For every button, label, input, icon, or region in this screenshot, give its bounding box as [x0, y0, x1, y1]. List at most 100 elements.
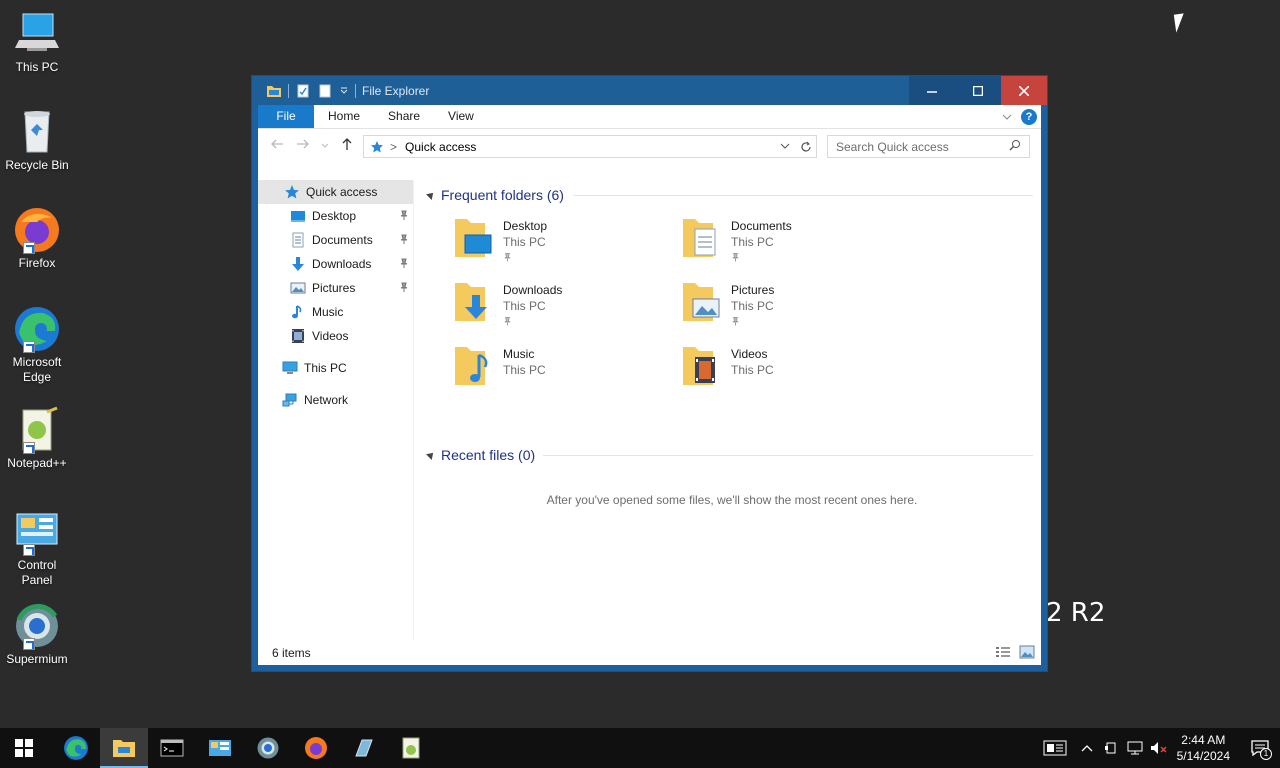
- tray-network[interactable]: [1123, 728, 1147, 768]
- maximize-button[interactable]: [955, 76, 1001, 105]
- forward-button[interactable]: [290, 138, 316, 153]
- news-widget[interactable]: [1035, 728, 1075, 768]
- tab-share[interactable]: Share: [374, 105, 434, 128]
- large-icons-view-icon[interactable]: [1019, 645, 1035, 659]
- taskbar-terminal[interactable]: [148, 728, 196, 768]
- chevron-down-icon[interactable]: [780, 141, 790, 151]
- nav-label: Desktop: [312, 209, 357, 223]
- up-button[interactable]: [334, 137, 360, 154]
- recent-files-empty-message: After you've opened some files, we'll sh…: [546, 493, 918, 507]
- folder-videos-icon: [683, 347, 715, 385]
- minimize-button[interactable]: [909, 76, 955, 105]
- title-bar[interactable]: File Explorer: [252, 76, 1047, 105]
- close-button[interactable]: [1001, 76, 1047, 105]
- folder-tile-desktop[interactable]: Desktop This PC: [451, 213, 671, 269]
- folder-documents-icon: [683, 219, 716, 257]
- tray-device[interactable]: [1099, 728, 1123, 768]
- address-bar[interactable]: > Quick access: [363, 135, 817, 158]
- recent-files-header[interactable]: Recent files (0): [423, 443, 1041, 467]
- taskbar-notepadpp[interactable]: [388, 728, 436, 768]
- frequent-folders-grid: Desktop This PC Documents This PC Downlo…: [423, 207, 1041, 399]
- folder-name: Desktop: [503, 219, 548, 233]
- search-placeholder: Search Quick access: [836, 139, 949, 154]
- tab-file[interactable]: File: [258, 105, 314, 128]
- expand-ribbon-icon[interactable]: [1001, 112, 1013, 122]
- folder-tile-videos[interactable]: Videos This PC: [679, 341, 899, 397]
- taskbar-app-feather[interactable]: [340, 728, 388, 768]
- nav-item-downloads[interactable]: Downloads: [258, 252, 413, 276]
- notepadpp-icon: [402, 737, 420, 759]
- folder-location: This PC: [731, 363, 774, 377]
- search-icon[interactable]: [1009, 139, 1021, 151]
- pin-icon[interactable]: [399, 282, 409, 292]
- nav-item-pictures[interactable]: Pictures: [258, 276, 413, 300]
- desktop-icon-supermium[interactable]: Supermium: [2, 602, 72, 667]
- help-icon[interactable]: ?: [1021, 109, 1037, 125]
- videos-icon: [292, 329, 304, 343]
- desktop-icon-control-panel[interactable]: Control Panel: [2, 508, 72, 588]
- folder-tile-documents[interactable]: Documents This PC: [679, 213, 899, 269]
- pin-icon[interactable]: [399, 234, 409, 244]
- firefox-icon: [305, 737, 327, 759]
- action-center-button[interactable]: 1: [1240, 728, 1280, 768]
- details-view-icon[interactable]: [995, 645, 1011, 659]
- nav-item-this-pc[interactable]: This PC: [258, 356, 413, 380]
- pin-icon: [732, 316, 739, 326]
- navigation-row: > Quick access Search Quick access: [258, 129, 1041, 161]
- show-hidden-icons-button[interactable]: [1075, 728, 1099, 768]
- desktop-icon-label: Notepad++: [7, 456, 67, 470]
- notepadpp-icon: [13, 406, 61, 454]
- desktop-icon-notepadpp[interactable]: Notepad++: [2, 406, 72, 471]
- nav-item-quick-access[interactable]: Quick access: [258, 180, 413, 204]
- desktop-icon-edge[interactable]: Microsoft Edge: [2, 305, 72, 385]
- folder-name: Videos: [731, 347, 768, 361]
- nav-item-documents[interactable]: Documents: [258, 228, 413, 252]
- start-button[interactable]: [0, 728, 48, 768]
- nav-item-desktop[interactable]: Desktop: [258, 204, 413, 228]
- terminal-icon: [160, 739, 184, 757]
- desktop-icon-label: This PC: [15, 60, 59, 74]
- taskbar-edge[interactable]: [52, 728, 100, 768]
- desktop-icon-recycle-bin[interactable]: Recycle Bin: [2, 108, 72, 173]
- taskbar-control-panel[interactable]: [196, 728, 244, 768]
- folder-pictures-icon: [683, 283, 720, 321]
- properties-icon[interactable]: [295, 84, 311, 98]
- taskbar-firefox[interactable]: [292, 728, 340, 768]
- chevron-up-icon: [1081, 745, 1093, 752]
- desktop-icon-label: Recycle Bin: [5, 158, 69, 172]
- back-button[interactable]: [264, 138, 290, 153]
- nav-item-network[interactable]: Network: [258, 388, 413, 412]
- folder-downloads-icon: [455, 283, 487, 321]
- search-box[interactable]: Search Quick access: [827, 135, 1030, 158]
- tab-home[interactable]: Home: [314, 105, 374, 128]
- clock[interactable]: 2:44 AM 5/14/2024: [1177, 732, 1230, 764]
- folder-name: Downloads: [503, 283, 563, 297]
- window-controls: [909, 76, 1047, 105]
- desktop-icon-label: Supermium: [6, 652, 68, 666]
- folder-tile-music[interactable]: Music This PC: [451, 341, 671, 397]
- tray-volume[interactable]: [1147, 728, 1171, 768]
- maximize-icon: [973, 85, 983, 96]
- chevron-down-icon[interactable]: [339, 84, 349, 98]
- folder-tile-pictures[interactable]: Pictures This PC: [679, 277, 899, 333]
- recent-locations-button[interactable]: [316, 138, 334, 153]
- tab-view[interactable]: View: [434, 105, 488, 128]
- taskbar-file-explorer[interactable]: [100, 728, 148, 768]
- folder-location: This PC: [731, 235, 774, 249]
- nav-item-videos[interactable]: Videos: [258, 324, 413, 348]
- folder-location: This PC: [503, 363, 546, 377]
- desktop-icon-this-pc[interactable]: This PC: [2, 10, 72, 75]
- frequent-folders-header[interactable]: Frequent folders (6): [423, 183, 1041, 207]
- new-folder-icon[interactable]: [317, 84, 333, 98]
- desktop-icon-firefox[interactable]: Firefox: [2, 206, 72, 271]
- breadcrumb-quick-access[interactable]: Quick access: [405, 140, 476, 154]
- file-explorer-icon: [113, 740, 135, 757]
- folder-music-icon: [455, 347, 488, 385]
- refresh-icon[interactable]: [800, 141, 812, 153]
- taskbar-supermium[interactable]: [244, 728, 292, 768]
- folder-tile-downloads[interactable]: Downloads This PC: [451, 277, 671, 333]
- pin-icon[interactable]: [399, 210, 409, 220]
- pin-icon[interactable]: [399, 258, 409, 268]
- folder-icon: [267, 85, 281, 97]
- nav-item-music[interactable]: Music: [258, 300, 413, 324]
